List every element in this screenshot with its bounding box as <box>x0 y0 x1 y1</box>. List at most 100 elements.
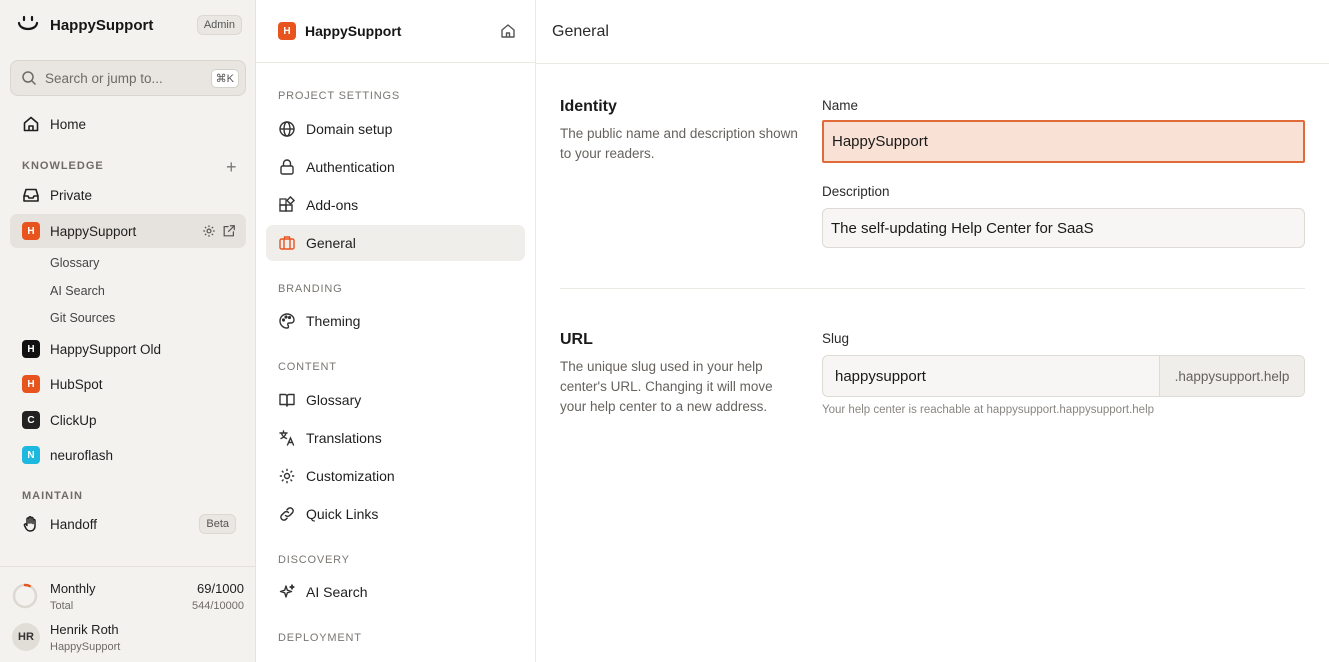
project-badge: H <box>22 375 40 393</box>
sidebar-item-happysupport-old[interactable]: H HappySupport Old <box>10 332 246 366</box>
description-input[interactable] <box>822 208 1305 248</box>
home-icon <box>23 116 39 132</box>
user-profile[interactable]: HR Henrik Roth HappySupport <box>12 621 244 657</box>
identity-description: The public name and description shown to… <box>560 126 798 161</box>
sidebar-footer: Monthly Total 69/1000 544/10000 HR Henri… <box>0 566 255 662</box>
sidebar-subitem-git-sources[interactable]: Git Sources <box>50 311 115 325</box>
sidebar-item-label: ClickUp <box>50 412 97 428</box>
settings-item-glossary[interactable]: Glossary <box>266 382 525 418</box>
briefcase-icon <box>279 236 295 250</box>
settings-item-translations[interactable]: Translations <box>266 420 525 456</box>
sidebar-subitem-glossary[interactable]: Glossary <box>50 256 99 270</box>
search-shortcut: ⌘K <box>210 68 239 88</box>
settings-item-label: Glossary <box>306 392 362 408</box>
avatar: HR <box>12 623 40 651</box>
discovery-label: DISCOVERY <box>278 554 350 566</box>
settings-title: HappySupport <box>305 23 402 39</box>
usage-subtitle: Total <box>50 600 74 612</box>
project-badge: H <box>22 222 40 240</box>
identity-title: Identity <box>560 98 617 115</box>
home-icon[interactable] <box>500 23 516 39</box>
sidebar-item-label: neuroflash <box>50 447 114 463</box>
lock-icon <box>280 159 294 175</box>
description-label: Description <box>822 184 890 199</box>
settings-item-label: Domain setup <box>306 121 393 137</box>
sidebar-item-label: HappySupport Old <box>50 341 162 357</box>
settings-item-label: Add-ons <box>306 197 359 213</box>
sidebar: HappySupport Admin ⌘K Home KNOWLEDGE + P… <box>0 0 256 662</box>
row-actions <box>202 224 236 238</box>
project-badge: H <box>22 340 40 358</box>
smiley-logo-icon <box>17 15 39 31</box>
slug-field: .happysupport.help <box>822 355 1305 397</box>
settings-item-domain-setup[interactable]: Domain setup <box>266 111 525 147</box>
sparkles-icon <box>279 584 295 598</box>
hand-icon <box>23 516 36 532</box>
gear-icon <box>279 468 295 484</box>
app-name: HappySupport <box>50 16 154 34</box>
settings-item-quick-links[interactable]: Quick Links <box>266 496 525 532</box>
slug-hint: Your help center is reachable at happysu… <box>822 404 1155 416</box>
branding-label: BRANDING <box>278 283 343 295</box>
slug-suffix: .happysupport.help <box>1159 356 1304 396</box>
maintain-section-label: MAINTAIN <box>22 490 83 502</box>
usage-meter: Monthly Total 69/1000 544/10000 <box>12 575 244 612</box>
sidebar-item-happysupport[interactable]: H HappySupport <box>10 214 246 248</box>
settings-item-label: Authentication <box>306 159 395 175</box>
settings-item-customization[interactable]: Customization <box>266 458 525 494</box>
sidebar-item-neuroflash[interactable]: N neuroflash <box>10 438 246 472</box>
blocks-icon <box>279 196 296 212</box>
knowledge-section-label: KNOWLEDGE <box>22 160 104 172</box>
url-title: URL <box>560 331 593 348</box>
deployment-label: DEPLOYMENT <box>278 632 362 644</box>
search-icon <box>22 71 37 86</box>
slug-label: Slug <box>822 331 850 346</box>
sidebar-item-label: Handoff <box>50 516 98 532</box>
search-input[interactable] <box>45 70 211 86</box>
settings-item-add-ons[interactable]: Add-ons <box>266 187 525 223</box>
sidebar-item-clickup[interactable]: C ClickUp <box>10 403 246 437</box>
section-divider <box>560 288 1305 289</box>
book-open-icon <box>279 393 295 407</box>
usage-ring-icon <box>12 583 38 609</box>
gear-icon[interactable] <box>202 224 216 238</box>
main-header: General <box>536 0 1329 64</box>
project-badge: H <box>278 22 296 40</box>
name-label: Name <box>822 98 859 113</box>
settings-nav: H HappySupport PROJECT SETTINGS Domain s… <box>256 0 536 662</box>
usage-value: 69/1000 <box>197 581 244 596</box>
settings-item-general[interactable]: General <box>266 225 525 261</box>
add-knowledge-plus-icon[interactable]: + <box>226 158 237 176</box>
settings-item-label: Customization <box>306 468 395 484</box>
sidebar-item-label: HubSpot <box>50 376 103 392</box>
sidebar-item-handoff[interactable]: Handoff Beta <box>10 507 246 541</box>
project-settings-label: PROJECT SETTINGS <box>278 90 400 102</box>
usage-title: Monthly <box>50 581 96 596</box>
main-content: General Identity The public name and des… <box>536 0 1329 662</box>
translate-icon <box>279 430 295 446</box>
sidebar-subitem-ai-search[interactable]: AI Search <box>50 284 105 298</box>
settings-item-label: AI Search <box>306 584 368 600</box>
sidebar-item-label: HappySupport <box>50 223 137 239</box>
settings-item-ai-search[interactable]: AI Search <box>266 574 525 610</box>
brand: HappySupport Admin <box>16 12 242 38</box>
settings-item-authentication[interactable]: Authentication <box>266 149 525 185</box>
sidebar-item-label: Private <box>50 187 93 203</box>
sidebar-item-hubspot[interactable]: H HubSpot <box>10 367 246 401</box>
beta-badge: Beta <box>199 514 236 534</box>
user-org: HappySupport <box>50 641 121 653</box>
sidebar-item-label: Home <box>50 116 87 132</box>
external-link-icon[interactable] <box>222 224 236 238</box>
project-badge: C <box>22 411 40 429</box>
sidebar-item-private[interactable]: Private <box>10 178 246 212</box>
admin-badge: Admin <box>196 15 242 35</box>
settings-item-label: General <box>306 235 356 251</box>
globe-icon <box>279 121 295 137</box>
settings-item-theming[interactable]: Theming <box>266 303 525 339</box>
slug-input[interactable] <box>823 356 1159 396</box>
user-name: Henrik Roth <box>50 622 119 637</box>
search-box[interactable]: ⌘K <box>10 60 246 96</box>
usage-total: 544/10000 <box>192 600 244 612</box>
sidebar-item-home[interactable]: Home <box>10 107 246 141</box>
name-input[interactable] <box>822 120 1305 163</box>
